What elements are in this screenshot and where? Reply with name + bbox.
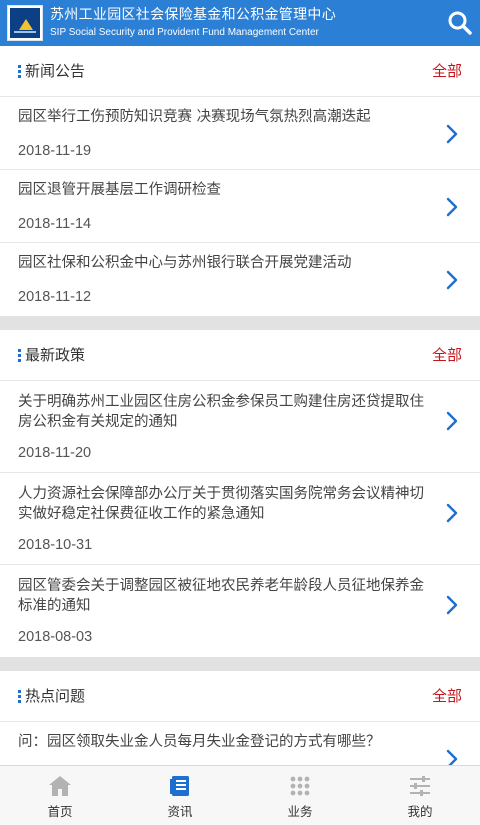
search-icon xyxy=(448,11,472,35)
item-date: 2018-11-19 xyxy=(18,143,92,159)
section-header-news: 新闻公告 全部 xyxy=(0,46,480,97)
center-logo xyxy=(7,5,43,41)
item-date: 2018-11-14 xyxy=(18,216,92,232)
chevron-right-icon xyxy=(446,503,458,523)
section-header-policy: 最新政策 全部 xyxy=(0,330,480,381)
item-date: 2018-11-20 xyxy=(18,445,92,461)
bottom-tab-bar: 首页 资讯 业务 我的 xyxy=(0,765,480,825)
more-link[interactable]: 全部 xyxy=(432,61,462,81)
section-title: 新闻公告 xyxy=(25,62,86,80)
more-link[interactable]: 全部 xyxy=(432,686,462,706)
search-button[interactable] xyxy=(446,9,474,37)
tab-home[interactable]: 首页 xyxy=(0,766,120,825)
item-title: 园区举行工伤预防知识竞赛 决赛现场气氛热烈高潮迭起 xyxy=(18,109,371,125)
item-title: 人力资源社会保障部办公厅关于贯彻落实国务院常务会议精神切实做好稳定社保费征收工作… xyxy=(18,486,424,522)
content: 新闻公告 全部 园区举行工伤预防知识竞赛 决赛现场气氛热烈高潮迭起 2018-1… xyxy=(0,46,480,765)
grid-icon xyxy=(290,776,310,796)
list-item[interactable]: 园区举行工伤预防知识竞赛 决赛现场气氛热烈高潮迭起 2018-11-19 xyxy=(0,97,480,170)
settings-icon xyxy=(410,776,430,796)
section-title: 热点问题 xyxy=(25,687,86,705)
more-link[interactable]: 全部 xyxy=(432,345,462,365)
tab-label: 我的 xyxy=(407,804,433,819)
list-item[interactable]: 问：园区领取失业金人员每月失业金登记的方式有哪些？ 2017-04-06 xyxy=(0,722,480,765)
section-header-faq: 热点问题 全部 xyxy=(0,671,480,722)
section-marker-icon xyxy=(18,65,21,78)
section-divider xyxy=(0,657,480,671)
tab-label: 资讯 xyxy=(167,804,193,819)
section-marker-icon xyxy=(18,690,21,703)
app-title: 苏州工业园区社会保险基金和公积金管理中心 xyxy=(50,7,336,23)
news-icon xyxy=(170,776,189,796)
item-title: 园区社保和公积金中心与苏州银行联合开展党建活动 xyxy=(18,255,352,271)
list-item[interactable]: 园区退管开展基层工作调研检查 2018-11-14 xyxy=(0,170,480,243)
section-divider xyxy=(0,316,480,330)
item-date: 2018-08-03 xyxy=(18,629,93,645)
chevron-right-icon xyxy=(446,197,458,217)
item-title: 关于明确苏州工业园区住房公积金参保员工购建住房还贷提取住房公积金有关规定的通知 xyxy=(18,394,424,430)
chevron-right-icon xyxy=(446,270,458,290)
item-title: 园区管委会关于调整园区被征地农民养老年龄段人员征地保养金标准的通知 xyxy=(18,578,424,614)
tab-mine[interactable]: 我的 xyxy=(360,766,480,825)
item-date: 2018-11-12 xyxy=(18,289,92,305)
chevron-right-icon xyxy=(446,595,458,615)
chevron-right-icon xyxy=(446,124,458,144)
item-date: 2018-10-31 xyxy=(18,537,93,553)
home-icon xyxy=(49,776,71,796)
list-item[interactable]: 园区管委会关于调整园区被征地农民养老年龄段人员征地保养金标准的通知 2018-0… xyxy=(0,565,480,657)
tab-news[interactable]: 资讯 xyxy=(120,766,240,825)
tab-label: 业务 xyxy=(287,804,313,819)
item-title: 园区退管开展基层工作调研检查 xyxy=(18,182,221,198)
item-title: 问：园区领取失业金人员每月失业金登记的方式有哪些？ xyxy=(18,734,381,750)
chevron-right-icon xyxy=(446,749,458,765)
section-marker-icon xyxy=(18,349,21,362)
app: 苏州工业园区社会保险基金和公积金管理中心 SIP Social Security… xyxy=(0,0,480,825)
tab-business[interactable]: 业务 xyxy=(240,766,360,825)
chevron-right-icon xyxy=(446,411,458,431)
app-subtitle: SIP Social Security and Provident Fund M… xyxy=(50,27,319,38)
section-title: 最新政策 xyxy=(25,346,86,364)
list-item[interactable]: 园区社保和公积金中心与苏州银行联合开展党建活动 2018-11-12 xyxy=(0,243,480,316)
tab-label: 首页 xyxy=(47,804,73,819)
app-header: 苏州工业园区社会保险基金和公积金管理中心 SIP Social Security… xyxy=(0,0,480,46)
list-item[interactable]: 关于明确苏州工业园区住房公积金参保员工购建住房还贷提取住房公积金有关规定的通知 … xyxy=(0,381,480,473)
list-item[interactable]: 人力资源社会保障部办公厅关于贯彻落实国务院常务会议精神切实做好稳定社保费征收工作… xyxy=(0,473,480,565)
